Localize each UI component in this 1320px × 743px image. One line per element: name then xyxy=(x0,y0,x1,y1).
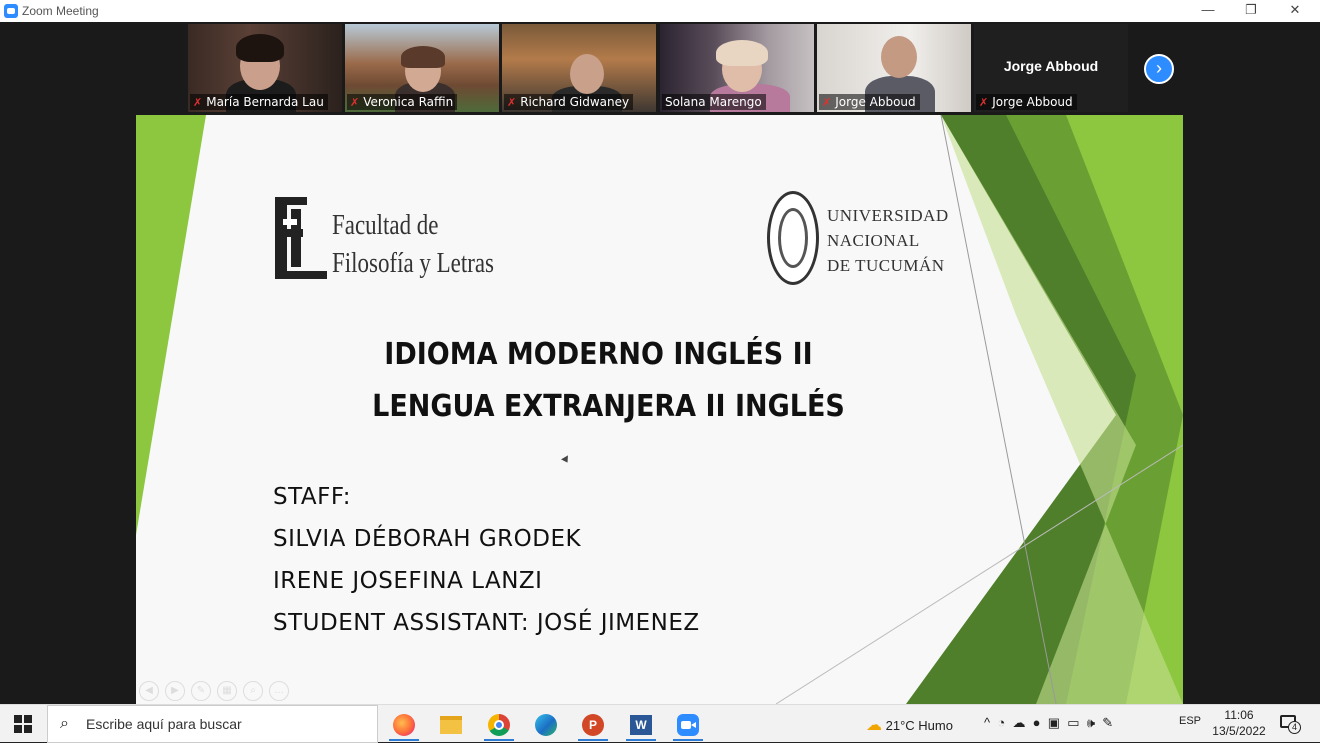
university-name-line3: DE TUCUMÁN xyxy=(827,256,945,275)
muted-mic-icon: ✗ xyxy=(350,96,360,109)
student-assistant: STUDENT ASSISTANT: JOSÉ JIMENEZ xyxy=(273,610,700,636)
word-app[interactable]: W xyxy=(618,709,664,741)
pen-input-icon[interactable]: ✎ xyxy=(1102,715,1113,730)
next-slide-icon[interactable]: ▶ xyxy=(165,681,185,701)
window-title: Zoom Meeting xyxy=(22,4,99,18)
previous-slide-icon[interactable]: ◀ xyxy=(139,681,159,701)
faculty-name-line2: Filosofía y Letras xyxy=(332,248,494,279)
zoom-logo-icon xyxy=(4,4,18,18)
pen-icon[interactable]: ✎ xyxy=(191,681,211,701)
weather-icon: ☁ xyxy=(866,717,882,734)
chrome-app[interactable] xyxy=(476,709,522,741)
start-button[interactable] xyxy=(0,705,46,743)
staff-member: SILVIA DÉBORAH GRODEK xyxy=(273,526,582,552)
restore-button[interactable]: ❐ xyxy=(1229,0,1273,22)
muted-mic-icon: ✗ xyxy=(822,96,832,109)
participant-tile[interactable]: Solana Marengo xyxy=(660,24,814,112)
participant-tile-video-off[interactable]: Jorge Abboud ✗ Jorge Abboud xyxy=(974,24,1128,112)
participant-name: María Bernarda Lau xyxy=(206,95,324,109)
weather-widget[interactable]: ☁ 21°C Humo xyxy=(866,715,953,735)
slideshow-controls: ◀ ▶ ✎ ▦ ⌕ … xyxy=(139,681,289,701)
slide-title-line1: IDIOMA MODERNO INGLÉS II xyxy=(384,337,813,372)
notifications-button[interactable]: 4 xyxy=(1278,713,1301,734)
minimize-button[interactable]: — xyxy=(1186,0,1230,22)
clock-time: 11:06 xyxy=(1224,708,1254,722)
university-seal-icon xyxy=(767,191,819,285)
participant-tile[interactable]: ✗ Jorge Abboud xyxy=(817,24,971,112)
powerpoint-icon: P xyxy=(582,714,604,736)
system-tray-icons: ^ ◔ ☁ ● ▣ ▭ 🕪 ✎ xyxy=(984,715,1113,731)
microphone-icon[interactable]: ● xyxy=(1033,715,1041,730)
staff-heading: STAFF: xyxy=(273,484,352,510)
next-participants-button[interactable]: › xyxy=(1144,54,1174,84)
zoom-app[interactable] xyxy=(665,709,711,741)
participant-display-name: Jorge Abboud xyxy=(1003,58,1099,74)
weather-text: 21°C Humo xyxy=(885,718,953,733)
show-hidden-icons-chevron-icon[interactable]: ^ xyxy=(984,715,990,730)
windows-taskbar: ⌕ Escribe aquí para buscar P W ☁ 21°C Hu… xyxy=(0,704,1320,743)
zoom-icon xyxy=(677,714,699,736)
more-options-icon[interactable]: … xyxy=(269,681,289,701)
powerpoint-app[interactable]: P xyxy=(570,709,616,741)
input-language-indicator[interactable]: ESP xyxy=(1179,715,1201,727)
edge-app[interactable] xyxy=(523,709,569,741)
muted-mic-icon: ✗ xyxy=(193,96,203,109)
zoom-icon[interactable]: ⌕ xyxy=(243,681,263,701)
search-placeholder: Escribe aquí para buscar xyxy=(86,716,242,732)
participant-tile[interactable]: ✗ María Bernarda Lau xyxy=(188,24,342,112)
file-explorer-app[interactable] xyxy=(428,709,474,741)
participant-name: Solana Marengo xyxy=(665,95,762,109)
windows-logo-icon xyxy=(14,715,32,733)
network-icon[interactable]: ◔ xyxy=(997,715,1005,730)
shared-slide: Facultad de Filosofía y Letras UNIVERSID… xyxy=(136,115,1183,704)
word-icon: W xyxy=(630,715,652,735)
edge-icon xyxy=(535,714,557,736)
onedrive-icon[interactable]: ☁ xyxy=(1012,715,1025,730)
participant-tile-active-speaker[interactable]: ✗ Veronica Raffin xyxy=(345,24,499,112)
clock-date: 13/5/2022 xyxy=(1212,724,1266,738)
participant-strip: ✗ María Bernarda Lau ✗ Veronica Raffin ✗ Ri… xyxy=(188,24,1178,114)
participant-name: Jorge Abboud xyxy=(835,95,916,109)
university-name-line2: NACIONAL xyxy=(827,231,920,250)
notification-count-badge: 4 xyxy=(1288,721,1301,734)
close-button[interactable]: ✕ xyxy=(1273,0,1317,22)
participant-name: Veronica Raffin xyxy=(363,95,454,109)
staff-member: IRENE JOSEFINA LANZI xyxy=(273,568,543,594)
firefox-icon xyxy=(393,714,415,736)
file-explorer-icon xyxy=(440,716,462,734)
muted-mic-icon: ✗ xyxy=(507,96,517,109)
chevron-right-icon: › xyxy=(1156,58,1162,78)
taskbar-search-box[interactable]: ⌕ Escribe aquí para buscar xyxy=(47,705,378,743)
system-clock[interactable]: 11:06 13/5/2022 xyxy=(1208,707,1270,739)
slides-grid-icon[interactable]: ▦ xyxy=(217,681,237,701)
participant-tile[interactable]: ✗ Richard Gidwaney xyxy=(502,24,656,112)
chrome-icon xyxy=(488,714,510,736)
battery-icon[interactable]: ▭ xyxy=(1067,715,1079,730)
participant-name: Richard Gidwaney xyxy=(520,95,630,109)
faculty-logo-icon xyxy=(275,197,327,279)
university-name-line1: UNIVERSIDAD xyxy=(827,206,949,225)
muted-mic-icon: ✗ xyxy=(979,96,989,109)
firefox-app[interactable] xyxy=(381,709,427,741)
search-icon: ⌕ xyxy=(60,715,69,732)
volume-icon[interactable]: 🕪 xyxy=(1087,715,1095,730)
faculty-name-line1: Facultad de xyxy=(332,210,439,241)
display-icon[interactable]: ▣ xyxy=(1048,715,1060,730)
participant-name: Jorge Abboud xyxy=(992,95,1073,109)
slide-title-line2: LENGUA EXTRANJERA II INGLÉS xyxy=(372,389,845,424)
window-titlebar: Zoom Meeting — ❐ ✕ xyxy=(0,0,1320,22)
